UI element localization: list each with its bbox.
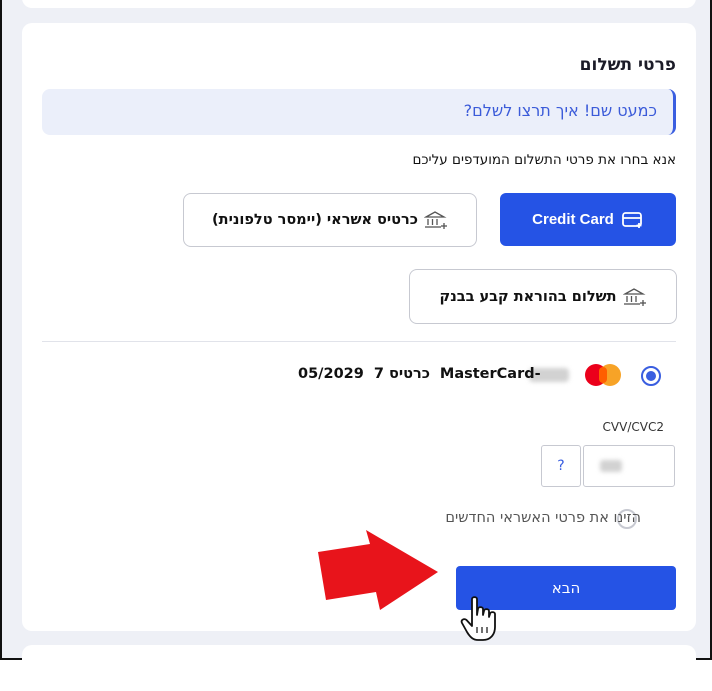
red-arrow-annotation xyxy=(318,530,438,610)
banner-text: כמעט שם! איך תרצו לשלם? xyxy=(463,101,657,120)
credit-card-label: Credit Card xyxy=(532,211,614,228)
section-subtitle: אנא בחרו את פרטי התשלום המועדפים עליכם xyxy=(412,152,676,168)
section-title: פרטי תשלום xyxy=(579,55,676,75)
new-card-option-label[interactable]: הזינו את פרטי האשראי החדשים xyxy=(445,510,641,526)
next-card xyxy=(22,645,696,675)
phone-credit-card-button[interactable]: כרטיס אשראי (יימסר טלפונית) xyxy=(183,193,477,247)
saved-card-radio[interactable] xyxy=(641,366,661,386)
bank-icon xyxy=(622,287,646,306)
cvv-input[interactable] xyxy=(583,445,675,487)
credit-card-button[interactable]: Credit Card xyxy=(500,193,676,246)
bank-standing-order-button[interactable]: תשלום בהוראת קבע בבנק xyxy=(409,269,677,324)
divider xyxy=(42,341,676,342)
bank-icon xyxy=(423,211,447,229)
card-expiry: 05/2029 xyxy=(298,366,364,382)
hand-pointer-icon xyxy=(460,596,496,641)
cvv-label: CVV/CVC2 xyxy=(602,420,664,434)
phone-credit-card-label: כרטיס אשראי (יימסר טלפונית) xyxy=(212,212,418,228)
masked-cvv-value xyxy=(600,460,622,472)
bank-standing-order-label: תשלום בהוראת קבע בבנק xyxy=(439,288,617,305)
cvv-help-button[interactable]: ? xyxy=(541,445,581,487)
credit-card-icon xyxy=(621,211,642,228)
card-label: כרטיס 7 xyxy=(373,366,430,382)
card-brand: MasterCard- xyxy=(439,366,541,382)
mastercard-logo xyxy=(585,364,623,386)
info-banner: כמעט שם! איך תרצו לשלם? xyxy=(42,89,676,135)
previous-card xyxy=(22,0,696,8)
saved-card-details: 05/2029 כרטיס 7 MasterCard- xyxy=(298,366,541,382)
